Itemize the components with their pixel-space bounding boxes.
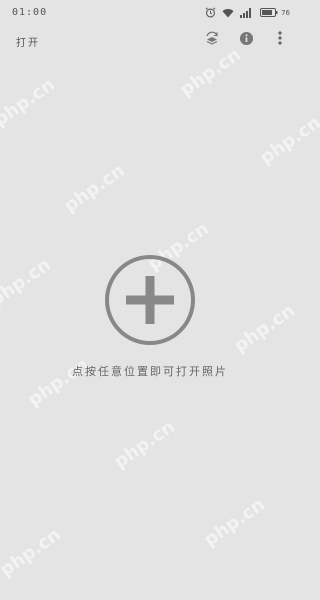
toolbar-actions <box>204 30 288 50</box>
add-photo-button[interactable] <box>104 254 196 346</box>
plus-circle-icon <box>104 255 196 350</box>
more-vert-icon <box>277 30 283 50</box>
toolbar: 打开 <box>0 26 300 56</box>
status-icons: 76 <box>205 7 290 18</box>
rotate-layers-icon <box>204 30 220 50</box>
alarm-icon <box>205 7 216 18</box>
open-photo-hint: 点按任意位置即可打开照片 <box>72 365 228 378</box>
battery-percent: 76 <box>281 8 290 17</box>
status-bar: 01:00 76 <box>0 0 300 26</box>
info-icon <box>239 31 254 50</box>
rotate-layers-button[interactable] <box>204 30 220 50</box>
info-button[interactable] <box>238 31 254 50</box>
wifi-icon <box>222 8 234 18</box>
more-options-button[interactable] <box>272 30 288 50</box>
toolbar-title: 打开 <box>16 38 40 49</box>
status-time: 01:00 <box>12 7 48 18</box>
signal-icon <box>240 7 254 18</box>
battery-icon <box>260 8 278 17</box>
